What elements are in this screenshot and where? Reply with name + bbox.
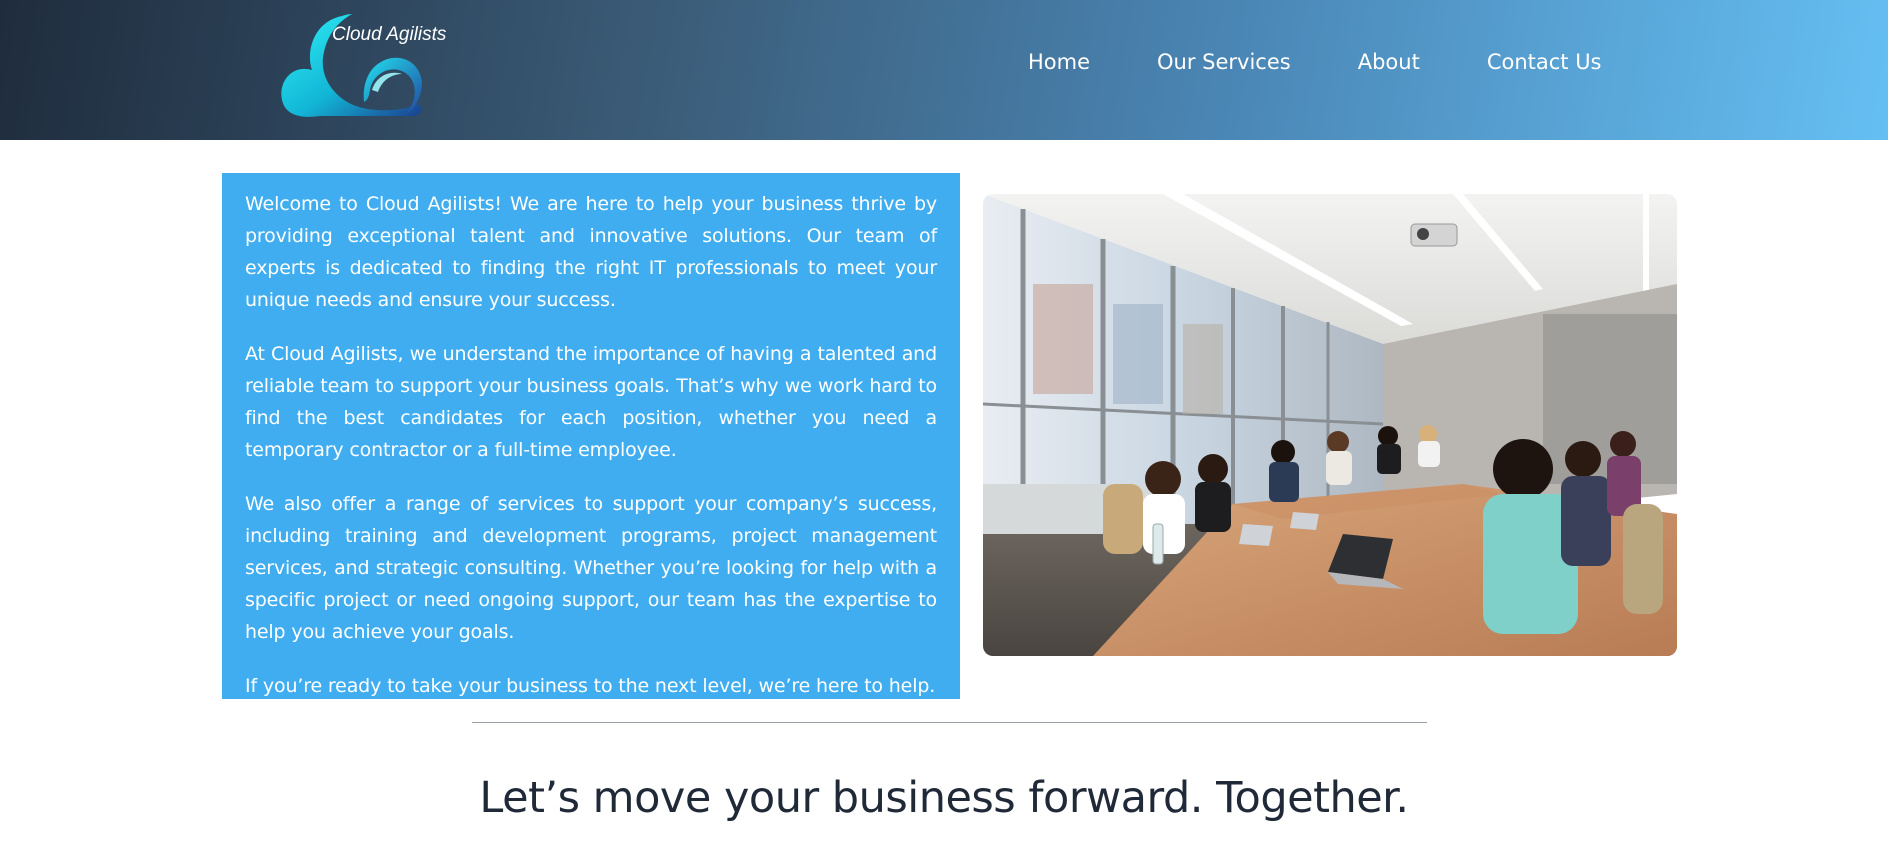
intro-paragraph: We also offer a range of services to sup… — [245, 493, 937, 643]
nav-home[interactable]: Home — [1028, 50, 1090, 74]
brand-name: Cloud Agilists — [332, 24, 447, 45]
logo[interactable]: Cloud Agilists — [272, 12, 452, 122]
tagline-heading: Let’s move your business forward. Togeth… — [479, 773, 1409, 823]
conference-room-image — [983, 194, 1677, 656]
section-divider — [472, 722, 1427, 723]
intro-paragraph: Welcome to Cloud Agilists! We are here t… — [245, 193, 937, 311]
team-meeting-photo — [983, 194, 1677, 656]
nav-about[interactable]: About — [1358, 50, 1420, 74]
nav-our-services[interactable]: Our Services — [1157, 50, 1291, 74]
main-nav: Home Our Services About Contact Us — [1028, 50, 1602, 74]
intro-text-panel: Welcome to Cloud Agilists! We are here t… — [222, 173, 960, 699]
nav-contact-us[interactable]: Contact Us — [1487, 50, 1602, 74]
site-header: Cloud Agilists Home Our Services About C… — [0, 0, 1888, 140]
intro-paragraph: At Cloud Agilists, we understand the imp… — [245, 343, 937, 461]
intro-paragraph: If you’re ready to take your business to… — [245, 675, 936, 697]
